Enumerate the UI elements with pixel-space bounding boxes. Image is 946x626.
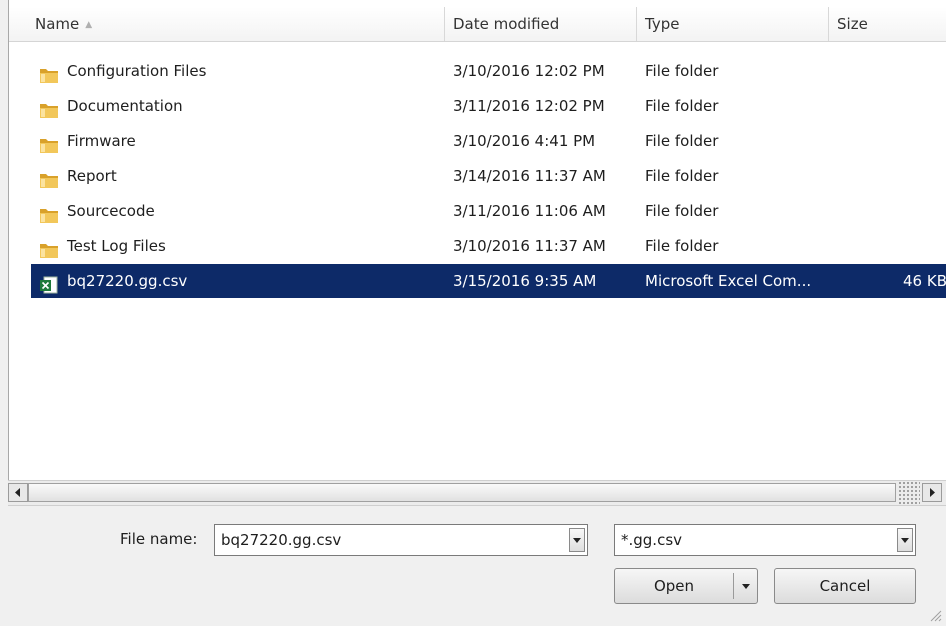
scroll-track[interactable] — [898, 481, 920, 505]
column-header-size[interactable]: Size — [829, 7, 946, 41]
chevron-down-icon — [901, 538, 909, 543]
file-date-modified: 3/11/2016 12:02 PM — [453, 97, 605, 115]
column-header-date[interactable]: Date modified — [445, 7, 637, 41]
file-list-item[interactable]: Report 3/14/2016 11:37 AM File folder — [31, 159, 946, 193]
column-header-bar: Name ▲ Date modified Type Size — [9, 7, 946, 42]
file-date-modified: 3/15/2016 9:35 AM — [453, 272, 597, 290]
file-list-item[interactable]: Configuration Files 3/10/2016 12:02 PM Fil… — [31, 54, 946, 88]
column-header-type[interactable]: Type — [637, 7, 829, 41]
file-type: File folder — [645, 202, 719, 220]
open-button-label: Open — [653, 577, 695, 595]
file-list-item[interactable]: Test Log Files 3/10/2016 11:37 AM File fol… — [31, 229, 946, 263]
file-date-modified: 3/10/2016 12:02 PM — [453, 62, 605, 80]
file-list-item[interactable]: Firmware 3/10/2016 4:41 PM File folder — [31, 124, 946, 158]
file-type: File folder — [645, 132, 719, 150]
file-name: Firmware — [67, 132, 136, 150]
chevron-down-icon — [573, 538, 581, 543]
file-name: Sourcecode — [67, 202, 155, 220]
file-list-item[interactable]: Documentation 3/11/2016 12:02 PM File fold… — [31, 89, 946, 123]
file-type-filter-value: *.gg.csv — [621, 531, 683, 549]
scroll-thumb[interactable] — [28, 483, 896, 502]
scroll-right-button[interactable] — [922, 483, 942, 502]
filter-dropdown-button[interactable] — [897, 528, 913, 552]
file-name: Documentation — [67, 97, 183, 115]
file-type: File folder — [645, 62, 719, 80]
file-name-input[interactable]: bq27220.gg.csv — [214, 524, 588, 556]
chevron-down-icon — [742, 584, 750, 589]
file-type: Microsoft Excel Com... — [645, 272, 812, 290]
scroll-left-button[interactable] — [8, 483, 28, 502]
folder-icon — [39, 237, 59, 258]
folder-icon — [39, 132, 59, 153]
file-date-modified: 3/11/2016 11:06 AM — [453, 202, 606, 220]
column-header-name-label: Name — [35, 15, 80, 33]
open-split-dropdown-button[interactable] — [735, 569, 757, 603]
file-list-item[interactable]: Sourcecode 3/11/2016 11:06 AM File folder — [31, 194, 946, 228]
folder-icon — [39, 62, 59, 83]
arrow-left-icon — [15, 488, 20, 497]
file-size: 46 KB — [903, 272, 946, 290]
file-name: Report — [67, 167, 117, 185]
file-name: bq27220.gg.csv — [67, 272, 188, 290]
column-header-name[interactable]: Name ▲ — [9, 7, 445, 41]
arrow-right-icon — [930, 488, 935, 497]
folder-icon — [39, 202, 59, 223]
file-type: File folder — [645, 237, 719, 255]
open-split-divider — [733, 573, 734, 599]
file-name-label: File name: — [120, 530, 198, 548]
excel-file-icon — [39, 272, 59, 294]
file-type-filter-select[interactable]: *.gg.csv — [614, 524, 916, 556]
file-type: File folder — [645, 167, 719, 185]
open-button[interactable]: Open — [614, 568, 758, 604]
file-date-modified: 3/14/2016 11:37 AM — [453, 167, 606, 185]
file-name-dropdown-button[interactable] — [569, 528, 585, 552]
file-list-item[interactable]: bq27220.gg.csv 3/15/2016 9:35 AM Microsoft… — [31, 264, 946, 298]
horizontal-scrollbar[interactable] — [8, 480, 946, 506]
cancel-button[interactable]: Cancel — [774, 568, 916, 604]
file-name-value: bq27220.gg.csv — [221, 531, 342, 549]
folder-icon — [39, 97, 59, 118]
file-date-modified: 3/10/2016 11:37 AM — [453, 237, 606, 255]
sort-ascending-icon: ▲ — [85, 20, 93, 30]
file-date-modified: 3/10/2016 4:41 PM — [453, 132, 596, 150]
file-name: Test Log Files — [67, 237, 166, 255]
file-type: File folder — [645, 97, 719, 115]
file-name: Configuration Files — [67, 62, 207, 80]
folder-icon — [39, 167, 59, 188]
file-list-pane: Name ▲ Date modified Type Size Configurat… — [8, 0, 946, 480]
resize-grip-icon[interactable] — [928, 608, 942, 622]
